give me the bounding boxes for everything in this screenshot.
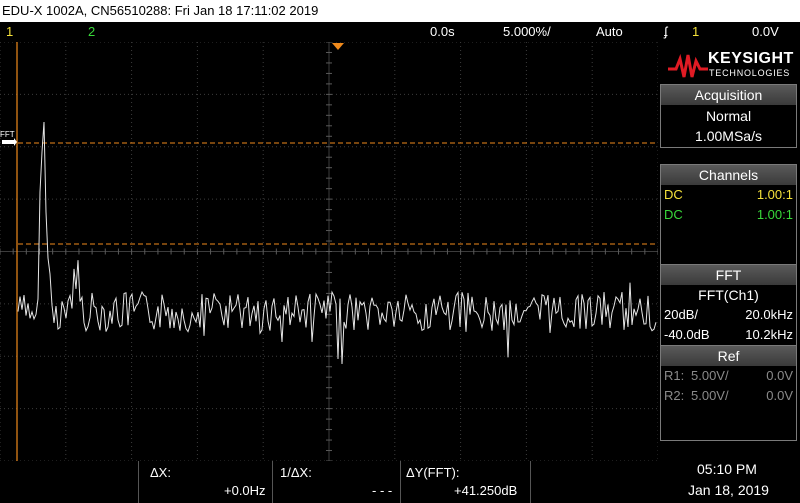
trigger-source: 1 [692, 24, 700, 39]
channel-1-probe: 1.00:1 [756, 187, 793, 202]
ref-header: Ref [661, 345, 796, 366]
delta-y-label: ΔY(FFT): [406, 465, 460, 480]
clock-time: 05:10 PM [697, 461, 757, 477]
ref-2-offset: 0.0V [766, 388, 793, 403]
fft-scale-row: 20dB/ 20.0kHz [661, 305, 796, 325]
trigger-mode: Auto [596, 24, 623, 39]
window-title: EDU-X 1002A, CN56510288: Fri Jan 18 17:1… [0, 0, 800, 22]
clock-date: Jan 18, 2019 [688, 482, 769, 498]
acquisition-header: Acquisition [661, 85, 796, 105]
channel-1-indicator[interactable]: 1 [6, 24, 13, 39]
inverse-delta-x-value: - - - [372, 483, 393, 498]
sample-rate: 1.00MSa/s [695, 128, 762, 144]
trigger-position-icon [332, 43, 344, 50]
waveform-display[interactable]: FFT [0, 41, 659, 462]
channel-2-row[interactable]: DC 1.00:1 [661, 205, 796, 225]
right-panel: KEYSIGHT TECHNOLOGIES Acquisition Normal… [660, 42, 800, 441]
divider [400, 461, 401, 503]
fft-scale: 20dB/ [664, 307, 698, 322]
ref-2-name: R2: [664, 388, 685, 403]
fft-offset-row: -40.0dB 10.2kHz [661, 325, 796, 345]
channel-2-probe: 1.00:1 [756, 207, 793, 222]
waveform-graticule: FFT [0, 41, 659, 462]
ref-1-offset: 0.0V [766, 368, 793, 383]
acquisition-mode: Normal [705, 108, 752, 124]
timebase-scale: 5.000%/ [503, 24, 551, 39]
channel-1-coupling: DC [664, 187, 683, 202]
trigger-level: 0.0V [752, 24, 779, 39]
fft-header: FFT [661, 265, 796, 285]
keysight-logo: KEYSIGHT TECHNOLOGIES [660, 46, 797, 86]
horizontal-delay: 0.0s [430, 24, 455, 39]
fft-trace [17, 121, 657, 365]
fft-source: FFT(Ch1) [698, 287, 759, 303]
ref-2-scale: 5.00V/ [691, 388, 729, 403]
delta-x-value: +0.0Hz [224, 483, 266, 498]
channel-2-coupling: DC [664, 207, 683, 222]
fft-marker-label: FFT [0, 130, 15, 139]
fft-panel[interactable]: FFT FFT(Ch1) 20dB/ 20.0kHz -40.0dB 10.2k… [660, 264, 797, 441]
acquisition-panel[interactable]: Acquisition Normal 1.00MSa/s [660, 84, 797, 148]
fft-center: 10.2kHz [745, 327, 793, 342]
ref-1-row[interactable]: R1: 5.00V/ 0.0V [661, 366, 796, 386]
brand-name: KEYSIGHT [708, 50, 794, 67]
ref-2-row[interactable]: R2: 5.00V/ 0.0V [661, 386, 796, 406]
channel-2-indicator[interactable]: 2 [88, 24, 95, 39]
channel-1-row[interactable]: DC 1.00:1 [661, 185, 796, 205]
keysight-wave-icon [668, 53, 708, 78]
ref-1-scale: 5.00V/ [691, 368, 729, 383]
fft-offset-marker-icon[interactable] [2, 138, 17, 146]
fft-span: 20.0kHz [745, 307, 793, 322]
divider [138, 461, 139, 503]
inverse-delta-x-label: 1/ΔX: [280, 465, 312, 480]
divider [272, 461, 273, 503]
graticule-grid [0, 41, 659, 462]
divider [530, 461, 531, 503]
trigger-slope-icon: ʄ [664, 24, 668, 39]
delta-x-label: ΔX: [150, 465, 171, 480]
status-bar: 1 2 0.0s 5.000%/ Auto ʄ 1 0.0V [0, 22, 800, 42]
brand-subtitle: TECHNOLOGIES [709, 68, 791, 78]
channels-header: Channels [661, 165, 796, 185]
delta-y-value: +41.250dB [454, 483, 518, 498]
measurement-bar: ΔX: +0.0Hz 1/ΔX: - - - ΔY(FFT): +41.250d… [0, 461, 800, 503]
ref-1-name: R1: [664, 368, 685, 383]
fft-offset: -40.0dB [664, 327, 710, 342]
